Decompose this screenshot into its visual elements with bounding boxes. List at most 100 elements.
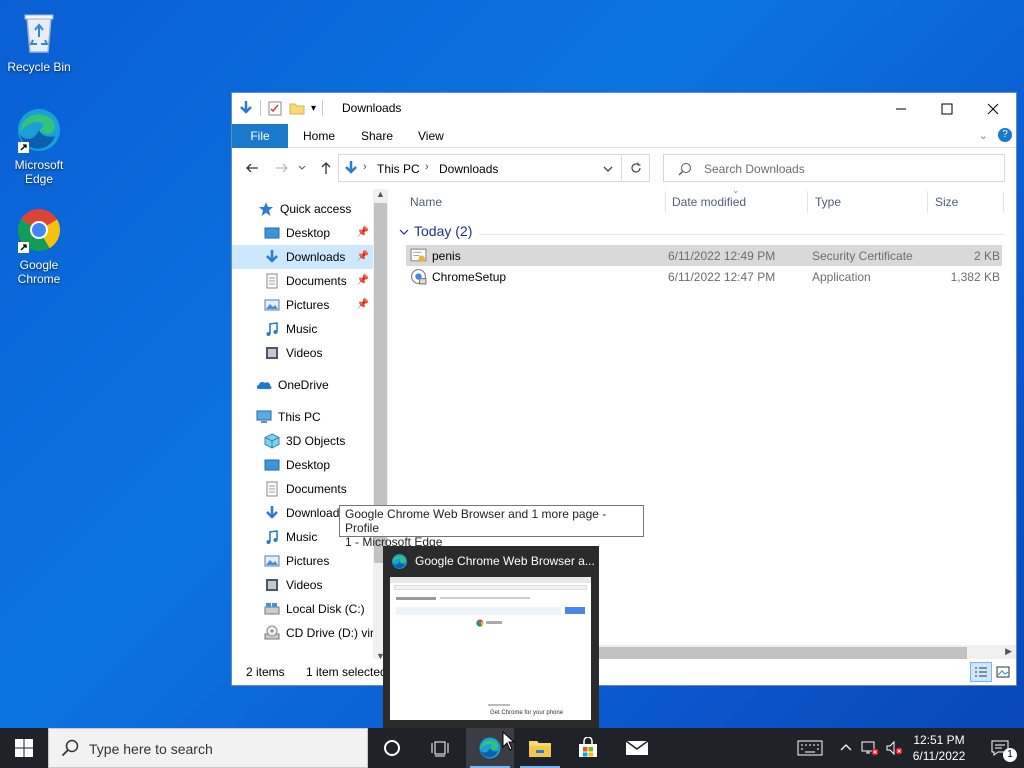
minimize-button[interactable] [878,93,924,124]
pin-icon: 📌 [356,275,369,286]
column-divider[interactable] [1003,191,1004,213]
nav-pc-local-disk[interactable]: Local Disk (C:) [232,597,373,621]
nav-label: Desktop [286,458,331,472]
nav-label: Pictures [286,298,330,312]
details-view-button[interactable] [970,662,992,682]
nav-label: Music [286,322,318,336]
address-bar[interactable]: › This PC › Downloads [338,154,650,182]
computer-icon [256,410,272,423]
cortana-button[interactable] [368,728,416,768]
group-header-today[interactable]: Today (2) [414,223,472,239]
expand-ribbon-icon[interactable]: ⌄ [979,129,988,142]
search-box[interactable]: Search Downloads [663,154,1005,182]
desktop-icon-microsoft-edge[interactable]: Microsoft Edge [6,106,72,186]
taskbar-microsoft-store[interactable] [564,728,612,768]
downloads-folder-icon [266,250,278,263]
column-name[interactable]: Name [389,189,665,215]
notification-badge: 1 [1003,748,1017,762]
forward-button[interactable] [272,158,292,178]
up-button[interactable] [316,158,336,178]
nav-quick-documents[interactable]: Documents 📌 [232,269,373,293]
desktop-folder-icon [264,227,280,239]
quick-access-toolbar: ▾ [238,99,324,117]
file-row-penis[interactable]: penis 6/11/2022 12:49 PM Security Certif… [406,245,1002,266]
nav-label: Downloads [286,506,346,520]
desktop-icon-google-chrome[interactable]: Google Chrome [6,206,72,286]
nav-pc-cd-drive[interactable]: CD Drive (D:) virt [232,621,373,645]
volume-button[interactable] [882,728,906,768]
keyboard-icon [797,740,823,756]
tooltip-line: Google Chrome Web Browser and 1 more pag… [345,507,607,535]
taskbar-file-explorer[interactable] [516,728,564,768]
nav-pc-pictures[interactable]: Pictures [232,549,373,573]
customize-toolbar-icon[interactable]: ▾ [311,103,316,114]
file-name: penis [432,249,461,263]
tab-home[interactable]: Home [293,124,345,148]
downloads-arrow-icon[interactable] [238,100,254,116]
taskbar-thumbnail-preview[interactable]: Google Chrome Web Browser a... Get Chrom… [383,546,599,728]
close-button[interactable] [970,93,1016,124]
new-folder-icon[interactable] [289,100,305,116]
collapse-group-icon[interactable] [399,227,409,237]
scroll-up-icon[interactable]: ▲ [376,189,385,199]
refresh-button[interactable] [621,155,649,181]
videos-folder-icon [266,347,278,359]
back-arrow-icon [246,163,258,173]
search-placeholder: Search Downloads [704,162,805,176]
tab-view[interactable]: View [408,124,454,148]
help-icon[interactable]: ? [998,128,1012,142]
breadcrumb-this-pc[interactable]: This PC [377,162,420,176]
nav-quick-downloads[interactable]: Downloads 📌 [232,245,373,269]
nav-quick-videos[interactable]: Videos [232,341,373,365]
recent-locations-button[interactable] [296,158,308,178]
action-center-button[interactable]: 1 [976,728,1024,768]
forward-arrow-icon [276,163,288,173]
column-type[interactable]: Type [794,189,914,215]
file-explorer-window: ▾ Downloads File Home Share View ⌄ ? › T… [231,92,1017,686]
nav-this-pc[interactable]: This PC [232,405,373,429]
nav-label: Desktop [286,226,331,240]
desktop-icon-label: Recycle Bin [7,60,71,74]
nav-onedrive[interactable]: OneDrive [232,373,373,397]
nav-label: Downloads [286,250,346,264]
nav-pc-desktop[interactable]: Desktop [232,453,373,477]
nav-pc-3d-objects[interactable]: 3D Objects [232,429,373,453]
nav-quick-pictures[interactable]: Pictures 📌 [232,293,373,317]
column-size[interactable]: Size [914,189,1004,215]
nav-label: Videos [286,346,323,360]
file-row-chromesetup[interactable]: ChromeSetup 6/11/2022 12:47 PM Applicati… [406,266,1002,287]
properties-icon[interactable] [267,100,283,116]
file-name: ChromeSetup [432,270,507,284]
back-button[interactable] [242,158,262,178]
cd-drive-icon [264,625,280,640]
nav-quick-access[interactable]: Quick access [232,197,373,221]
system-clock[interactable]: 12:51 PM 6/11/2022 [906,732,972,764]
network-icon [861,741,879,756]
large-icons-view-button[interactable] [994,662,1012,682]
file-type: Application [812,270,871,284]
nav-label: OneDrive [278,378,329,392]
chrome-icon [476,619,484,627]
nav-quick-music[interactable]: Music [232,317,373,341]
start-button[interactable] [0,728,48,768]
desktop-icon-recycle-bin[interactable]: Recycle Bin [6,8,72,74]
tab-share[interactable]: Share [351,124,403,148]
address-dropdown-icon[interactable] [603,164,613,174]
file-date: 6/11/2022 12:49 PM [668,249,776,263]
selection-count: 1 item selected [306,665,387,679]
network-button[interactable] [858,728,882,768]
touch-keyboard-button[interactable] [786,728,834,768]
task-view-button[interactable] [416,728,464,768]
taskbar-mail[interactable] [613,728,661,768]
column-date-modified[interactable]: Date modified [651,189,795,215]
show-hidden-icons-button[interactable] [834,728,858,768]
taskbar-search-box[interactable]: Type here to search [48,728,368,768]
tab-file[interactable]: File [232,124,288,148]
scroll-right-icon[interactable]: ▶ [1005,646,1012,657]
refresh-icon [630,162,641,173]
maximize-button[interactable] [924,93,970,124]
nav-pc-videos[interactable]: Videos [232,573,373,597]
nav-pc-documents[interactable]: Documents [232,477,373,501]
breadcrumb-downloads[interactable]: Downloads [439,162,498,176]
nav-quick-desktop[interactable]: Desktop 📌 [232,221,373,245]
